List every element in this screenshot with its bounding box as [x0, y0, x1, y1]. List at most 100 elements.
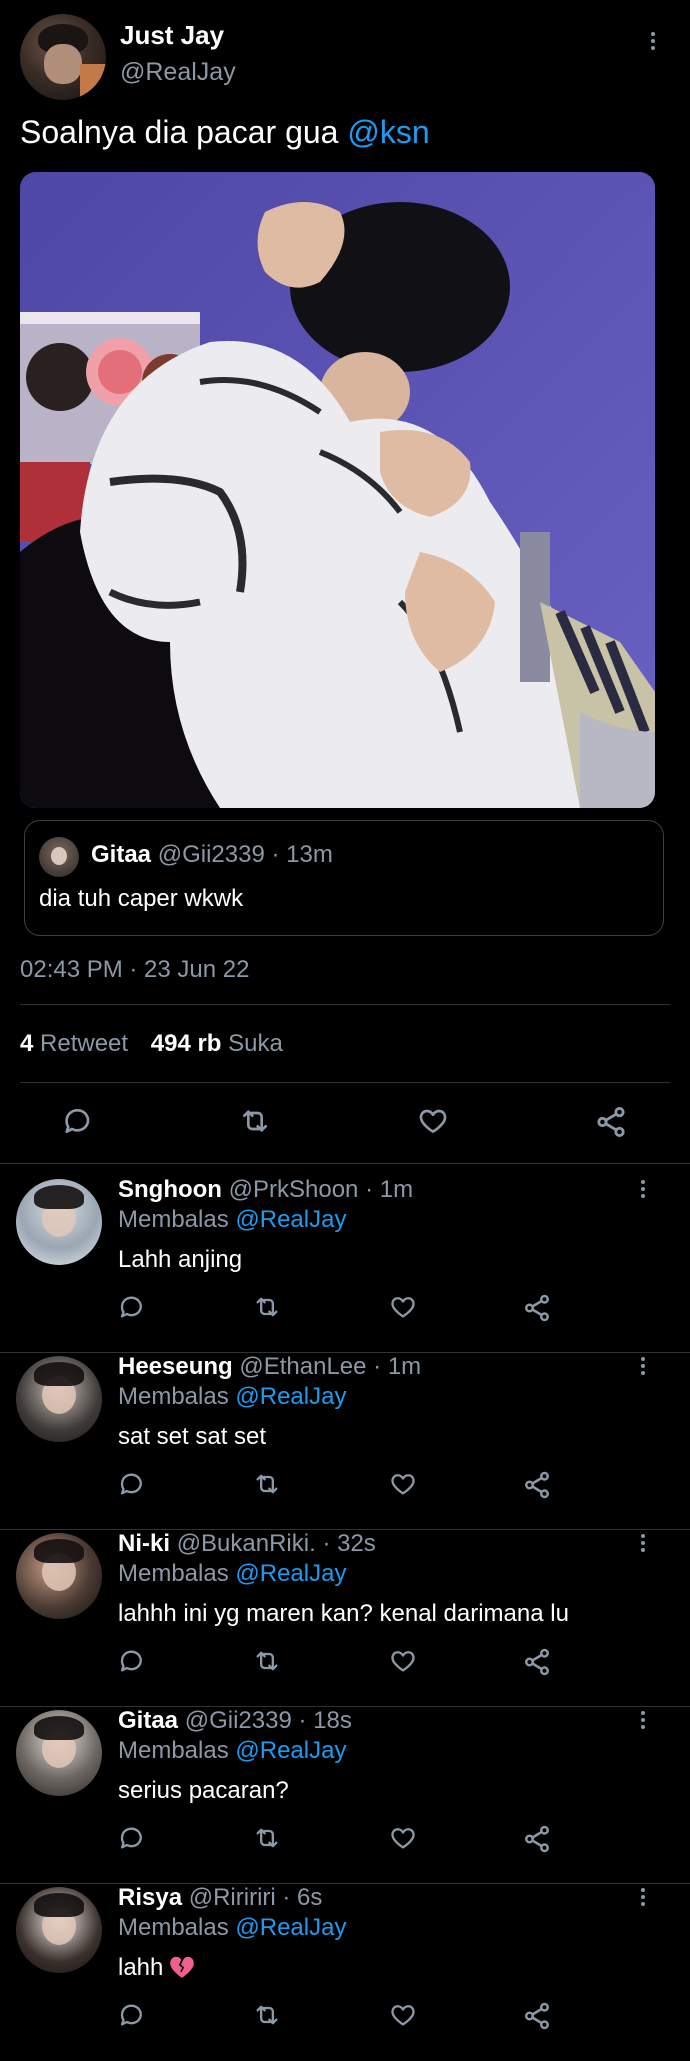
photo-illustration — [20, 172, 655, 808]
tweet-body: Soalnya dia pacar gua — [20, 114, 339, 150]
reply-handle[interactable]: @PrkShoon — [229, 1176, 359, 1203]
quote-time: · 13m — [271, 841, 333, 868]
share-icon[interactable] — [522, 1824, 552, 1859]
quote-avatar — [39, 837, 79, 877]
reply-handle[interactable]: @Riririri — [189, 1884, 276, 1911]
like-icon[interactable] — [388, 1293, 418, 1326]
retweet-stat[interactable]: 4 Retweet — [20, 1030, 135, 1057]
reply-icon[interactable] — [118, 2001, 146, 2034]
reply-name[interactable]: Risya — [118, 1884, 182, 1911]
replying-to: Membalas @RealJay — [118, 1206, 346, 1234]
reply-handle[interactable]: @EthanLee — [239, 1353, 366, 1380]
replying-to: Membalas @RealJay — [118, 1737, 346, 1765]
reply-name[interactable]: Ni-ki — [118, 1530, 170, 1557]
replying-handle-link[interactable]: @RealJay — [235, 1383, 346, 1410]
reply-header: Snghoon @PrkShoon · 1m — [118, 1176, 413, 1204]
reply-icon[interactable] — [118, 1647, 146, 1680]
like-icon[interactable] — [388, 1647, 418, 1680]
broken-heart-emoji — [169, 1955, 195, 1986]
like-icon[interactable] — [416, 1105, 450, 1142]
replying-to: Membalas @RealJay — [118, 1383, 346, 1411]
share-icon[interactable] — [522, 2001, 552, 2036]
reply-text-row: serius pacaran? — [118, 1777, 289, 1805]
retweet-icon[interactable] — [238, 1105, 272, 1142]
retweet-icon[interactable] — [252, 1293, 282, 1326]
author-name[interactable]: Just Jay — [120, 20, 224, 51]
replying-label: Membalas — [118, 1737, 229, 1764]
share-icon[interactable] — [522, 1470, 552, 1505]
replying-label: Membalas — [118, 1383, 229, 1410]
tweet-text: Soalnya dia pacar gua @ksn — [20, 114, 430, 151]
retweet-icon[interactable] — [252, 2001, 282, 2034]
more-icon[interactable] — [640, 1357, 646, 1378]
reply-time: · 1m — [365, 1176, 414, 1203]
reply-avatar[interactable] — [16, 1356, 102, 1442]
reply-text: Lahh anjing — [118, 1246, 243, 1273]
reply-name[interactable]: Heeseung — [118, 1353, 233, 1380]
tweet-image[interactable] — [20, 172, 655, 808]
retweet-count: 4 — [20, 1030, 34, 1057]
reply-name[interactable]: Snghoon — [118, 1176, 222, 1203]
reply-text-row: lahh — [118, 1954, 195, 1986]
reply-icon[interactable] — [118, 1470, 146, 1503]
reply-text-row: lahhh ini yg maren kan? kenal darimana l… — [118, 1600, 569, 1628]
reply-header: Ni-ki @BukanRiki. · 32s — [118, 1530, 376, 1558]
like-stat[interactable]: 494 rb Suka — [151, 1030, 283, 1057]
more-icon[interactable] — [640, 1534, 646, 1555]
retweet-icon[interactable] — [252, 1647, 282, 1680]
replying-label: Membalas — [118, 1914, 229, 1941]
reply-name[interactable]: Gitaa — [118, 1707, 178, 1734]
share-icon[interactable] — [522, 1647, 552, 1682]
like-icon[interactable] — [388, 1824, 418, 1857]
more-icon[interactable] — [650, 32, 656, 53]
reply-avatar[interactable] — [16, 1179, 102, 1265]
reply-text: sat set sat set — [118, 1423, 267, 1450]
reply-header: Gitaa @Gii2339 · 18s — [118, 1707, 352, 1735]
reply-item[interactable]: Risya @Riririri · 6s Membalas @RealJay l… — [0, 1884, 690, 2061]
reply-header: Heeseung @EthanLee · 1m — [118, 1353, 421, 1381]
share-icon[interactable] — [594, 1105, 628, 1144]
replying-handle-link[interactable]: @RealJay — [235, 1914, 346, 1941]
author-handle[interactable]: @RealJay — [120, 58, 236, 87]
reply-time: · 32s — [322, 1530, 376, 1557]
share-icon[interactable] — [522, 1293, 552, 1328]
reply-avatar[interactable] — [16, 1887, 102, 1973]
replying-handle-link[interactable]: @RealJay — [235, 1737, 346, 1764]
divider — [20, 1082, 670, 1083]
replying-handle-link[interactable]: @RealJay — [235, 1206, 346, 1233]
more-icon[interactable] — [640, 1888, 646, 1909]
reply-handle[interactable]: @BukanRiki. — [177, 1530, 316, 1557]
replying-handle-link[interactable]: @RealJay — [235, 1560, 346, 1587]
reply-text: serius pacaran? — [118, 1777, 289, 1804]
reply-icon[interactable] — [62, 1105, 94, 1142]
replying-to: Membalas @RealJay — [118, 1914, 346, 1942]
reply-icon[interactable] — [118, 1824, 146, 1857]
reply-avatar[interactable] — [16, 1710, 102, 1796]
more-icon[interactable] — [640, 1711, 646, 1732]
author-avatar[interactable] — [20, 14, 106, 100]
mention-link[interactable]: @ksn — [347, 114, 429, 150]
reply-item[interactable]: Ni-ki @BukanRiki. · 32s Membalas @RealJa… — [0, 1530, 690, 1707]
quote-text: dia tuh caper wkwk — [39, 885, 244, 912]
like-icon[interactable] — [388, 2001, 418, 2034]
quote-header: Gitaa @Gii2339 · 13m — [91, 841, 333, 869]
reply-item[interactable]: Heeseung @EthanLee · 1m Membalas @RealJa… — [0, 1353, 690, 1530]
reply-avatar[interactable] — [16, 1533, 102, 1619]
reply-handle[interactable]: @Gii2339 — [185, 1707, 292, 1734]
reply-item[interactable]: Gitaa @Gii2339 · 18s Membalas @RealJay s… — [0, 1707, 690, 1884]
reply-text: lahh — [118, 1954, 164, 1981]
reply-icon[interactable] — [118, 1293, 146, 1326]
retweet-icon[interactable] — [252, 1470, 282, 1503]
reply-text-row: Lahh anjing — [118, 1246, 242, 1274]
retweet-icon[interactable] — [252, 1824, 282, 1857]
reply-time: · 1m — [373, 1353, 422, 1380]
reply-text: lahhh ini yg maren kan? kenal darimana l… — [118, 1600, 569, 1627]
reply-text-row: sat set sat set — [118, 1423, 266, 1451]
reply-item[interactable]: Snghoon @PrkShoon · 1m Membalas @RealJay… — [0, 1176, 690, 1353]
more-icon[interactable] — [640, 1180, 646, 1201]
like-label: Suka — [228, 1030, 283, 1057]
like-count: 494 rb — [150, 1030, 222, 1057]
like-icon[interactable] — [388, 1470, 418, 1503]
divider — [20, 1004, 670, 1005]
quoted-tweet[interactable]: Gitaa @Gii2339 · 13m dia tuh caper wkwk — [24, 820, 664, 936]
